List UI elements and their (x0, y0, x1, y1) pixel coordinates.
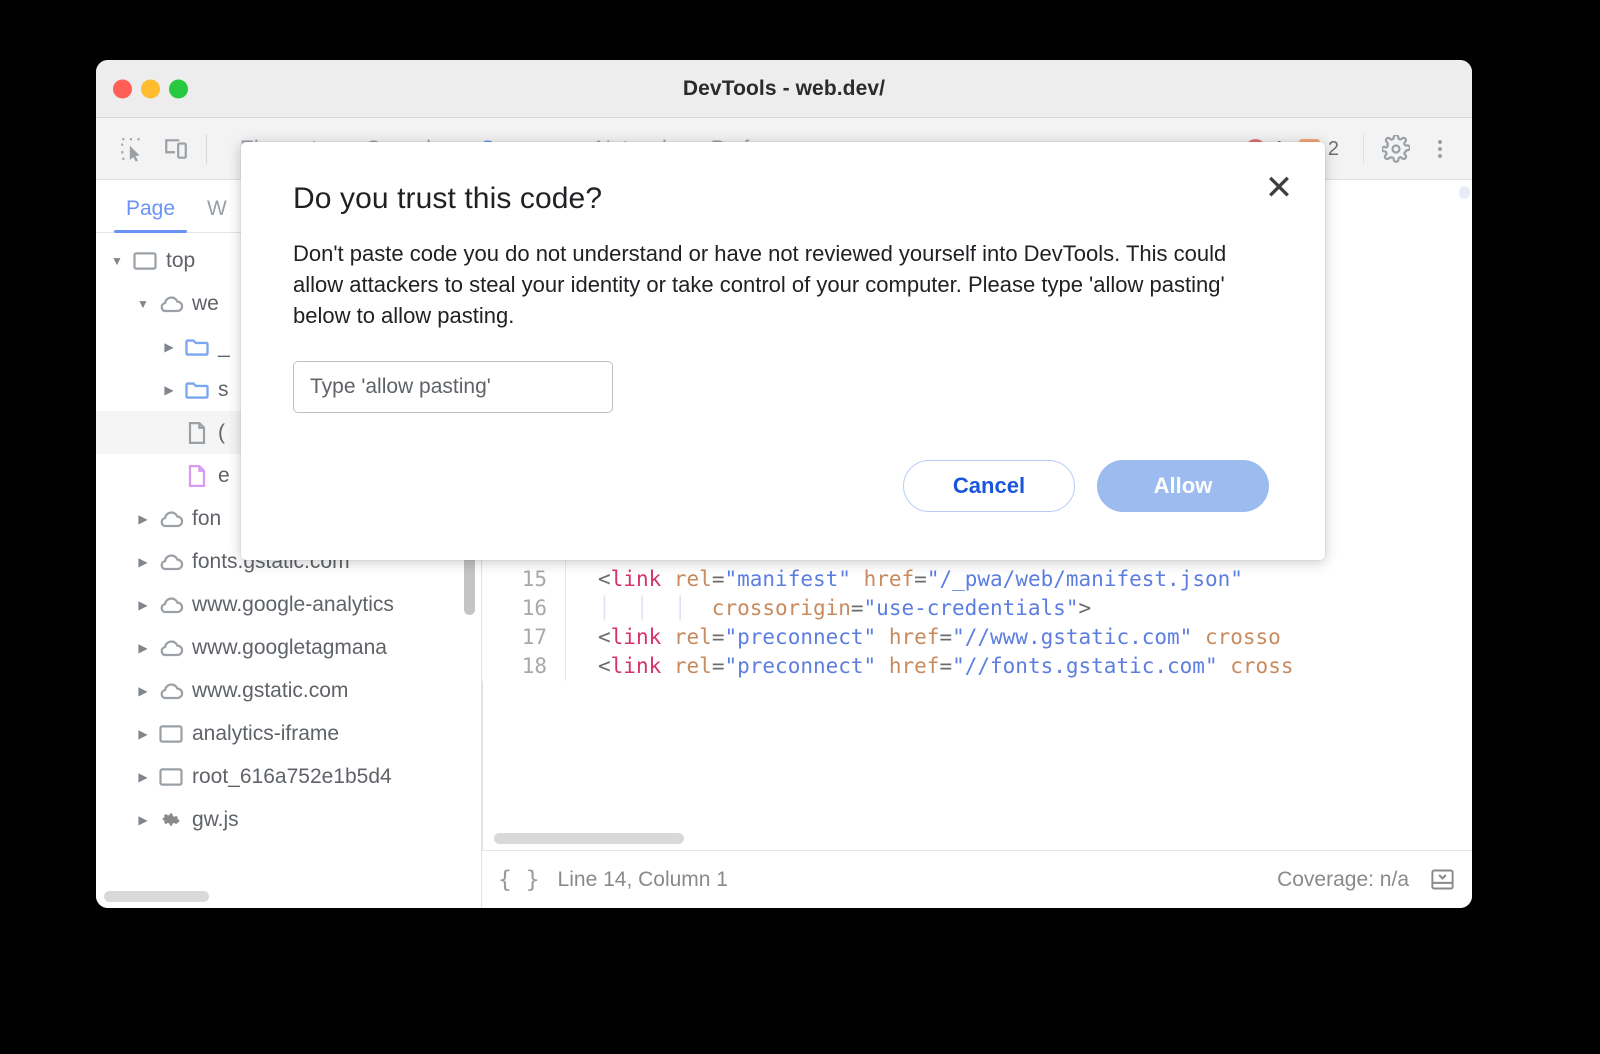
line-content: │ │ │ crossorigin="use-credentials"> (598, 596, 1092, 620)
chevron-right-icon[interactable] (132, 512, 154, 526)
editor-vertical-scrollbar[interactable] (1459, 186, 1470, 199)
tree-row-label: we (192, 291, 219, 315)
device-toolbar-icon[interactable] (154, 127, 198, 171)
window-title: DevTools - web.dev/ (682, 76, 886, 100)
navigator-tab-page[interactable]: Page (110, 197, 191, 233)
three-dots-vertical-icon[interactable] (1418, 127, 1462, 171)
line-content: <link rel="preconnect" href="//www.gstat… (598, 625, 1281, 649)
tree-row-label: www.gstatic.com (192, 678, 349, 702)
folder-icon (180, 376, 214, 404)
code-line[interactable]: 15 <link rel="manifest" href="/_pwa/web/m… (482, 565, 1472, 594)
tree-row[interactable]: gw.js (96, 798, 481, 841)
dialog-body-text: Don't paste code you do not understand o… (293, 241, 1227, 328)
frame-icon (154, 763, 188, 791)
line-content: <link rel="manifest" href="/_pwa/web/man… (598, 567, 1243, 591)
editor-status-bar: { } Line 14, Column 1 Coverage: n/a (482, 850, 1472, 908)
cloud-icon (154, 591, 188, 619)
close-icon[interactable]: ✕ (1259, 168, 1299, 208)
tree-row-label: gw.js (192, 807, 239, 831)
toolbar-divider (206, 133, 207, 164)
gear-icon[interactable] (1374, 127, 1418, 171)
close-window-button[interactable] (113, 79, 132, 98)
file-script-icon (180, 462, 214, 490)
cursor-position: Line 14, Column 1 (557, 867, 728, 891)
chevron-right-icon[interactable] (132, 770, 154, 784)
tree-row-label: www.googletagmana (192, 635, 387, 659)
gear-small-icon (154, 809, 188, 831)
navigator-horizontal-scrollbar[interactable] (104, 891, 209, 902)
chevron-right-icon[interactable] (132, 555, 154, 569)
toolbar-divider-right (1363, 134, 1364, 164)
tree-row-label: www.google-analytics (192, 592, 394, 616)
tree-row[interactable]: analytics-iframe (96, 712, 481, 755)
chevron-right-icon[interactable] (132, 813, 154, 827)
tree-row-label: root_616a752e1b5d4 (192, 764, 392, 788)
line-number: 18 (482, 652, 566, 681)
tree-row-label: fon (192, 506, 222, 530)
dialog-title: Do you trust this code? (293, 182, 603, 215)
code-line[interactable]: 17 <link rel="preconnect" href="//www.gst… (482, 623, 1472, 652)
chevron-right-icon[interactable] (158, 340, 180, 354)
tree-row-label: s (218, 377, 229, 401)
minimize-window-button[interactable] (141, 79, 160, 98)
frame-icon (154, 720, 188, 748)
tree-row-label: ( (218, 420, 225, 444)
traffic-lights (113, 79, 188, 98)
chevron-right-icon[interactable] (132, 727, 154, 741)
warning-count: 2 (1327, 137, 1339, 160)
chevron-down-icon[interactable] (132, 297, 154, 311)
chevron-down-icon[interactable] (106, 254, 128, 268)
coverage-label: Coverage: n/a (1277, 867, 1409, 891)
trust-code-dialog: ✕ Do you trust this code? Don't paste co… (241, 142, 1325, 560)
code-line[interactable]: 18 <link rel="preconnect" href="//fonts.g… (482, 652, 1472, 681)
show-drawer-icon[interactable] (1429, 866, 1456, 893)
chevron-right-icon[interactable] (132, 641, 154, 655)
tree-row-label: top (166, 248, 196, 272)
allow-button[interactable]: Allow (1097, 460, 1269, 512)
pretty-print-icon[interactable]: { } (498, 867, 540, 893)
editor-horizontal-scrollbar[interactable] (494, 833, 684, 844)
frame-icon (128, 247, 162, 275)
chevron-right-icon[interactable] (132, 598, 154, 612)
devtools-window: DevTools - web.dev/ Elements Console Sou… (96, 60, 1472, 908)
cancel-button[interactable]: Cancel (903, 460, 1075, 512)
chevron-right-icon[interactable] (158, 383, 180, 397)
tree-row-label: e (218, 463, 230, 487)
file-icon (180, 419, 214, 447)
dialog-actions: Cancel Allow (903, 460, 1269, 512)
tree-row-label: _ (218, 334, 230, 358)
tree-row[interactable]: www.googletagmana (96, 626, 481, 669)
folder-icon (180, 333, 214, 361)
tree-row[interactable]: root_616a752e1b5d4 (96, 755, 481, 798)
cloud-icon (154, 677, 188, 705)
cloud-icon (154, 290, 188, 318)
line-number: 15 (482, 565, 566, 594)
cloud-icon (154, 505, 188, 533)
cloud-icon (154, 548, 188, 576)
line-number: 17 (482, 623, 566, 652)
navigator-tab-workspace[interactable]: W (191, 197, 243, 232)
line-content: <link rel="preconnect" href="//fonts.gst… (598, 654, 1294, 678)
cloud-icon (154, 634, 188, 662)
allow-pasting-input[interactable] (293, 361, 613, 413)
inspect-element-icon[interactable] (110, 127, 154, 171)
tree-row[interactable]: www.gstatic.com (96, 669, 481, 712)
window-titlebar: DevTools - web.dev/ (96, 60, 1472, 118)
line-number: 16 (482, 594, 566, 623)
code-line[interactable]: 16 │ │ │ crossorigin="use-credentials"> (482, 594, 1472, 623)
chevron-right-icon[interactable] (132, 684, 154, 698)
tree-row[interactable]: www.google-analytics (96, 583, 481, 626)
maximize-window-button[interactable] (169, 79, 188, 98)
tree-row-label: analytics-iframe (192, 721, 340, 745)
